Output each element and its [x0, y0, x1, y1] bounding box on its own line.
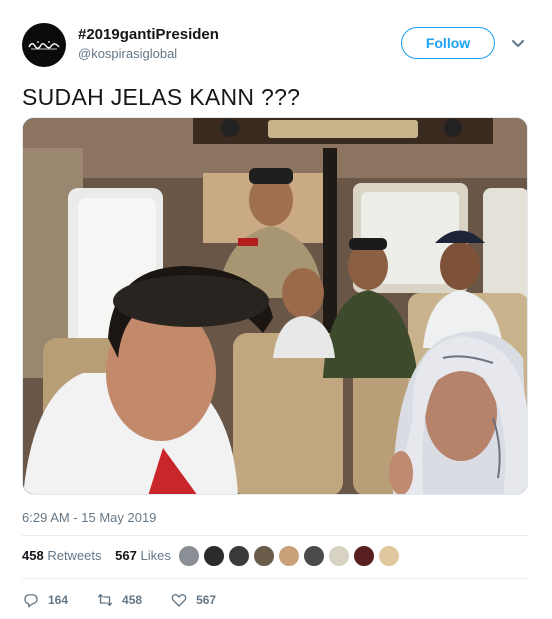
- like-count: 567: [196, 593, 217, 607]
- liker-avatar[interactable]: [203, 545, 225, 567]
- retweets-count[interactable]: 458: [22, 548, 44, 563]
- like-button[interactable]: 567: [170, 591, 216, 609]
- tweet-text: SUDAH JELAS KANN ???: [22, 84, 301, 110]
- likes-label[interactable]: Likes: [140, 548, 170, 563]
- retweet-button[interactable]: 458: [96, 591, 142, 609]
- retweets-label[interactable]: Retweets: [47, 548, 101, 563]
- chevron-down-icon[interactable]: [508, 36, 528, 52]
- engagement-stats: 458 Retweets 567 Likes: [22, 548, 171, 563]
- follow-button[interactable]: Follow: [401, 27, 495, 59]
- liker-avatar[interactable]: [228, 545, 250, 567]
- retweet-icon: [97, 593, 113, 607]
- reply-icon: [24, 594, 38, 608]
- reply-count: 164: [48, 593, 69, 607]
- reply-button[interactable]: 164: [22, 591, 68, 609]
- liker-avatars: [178, 545, 403, 569]
- liker-avatar[interactable]: [303, 545, 325, 567]
- likes-count[interactable]: 567: [115, 548, 137, 563]
- tweet-photo[interactable]: [22, 117, 528, 495]
- tweet-header: #2019gantiPresiden @kospirasiglobal Foll…: [0, 0, 552, 80]
- liker-avatar[interactable]: [353, 545, 375, 567]
- retweet-count: 458: [122, 593, 143, 607]
- liker-avatar[interactable]: [178, 545, 200, 567]
- avatar[interactable]: [22, 23, 66, 67]
- tweet-timestamp[interactable]: 6:29 AM - 15 May 2019: [22, 510, 156, 525]
- divider: [22, 578, 528, 579]
- liker-avatar[interactable]: [328, 545, 350, 567]
- tweet-actions: 164 458 567: [22, 590, 244, 610]
- liker-avatar[interactable]: [278, 545, 300, 567]
- liker-avatar[interactable]: [253, 545, 275, 567]
- heart-icon: [171, 593, 187, 607]
- photo-image: [23, 118, 527, 494]
- divider: [22, 535, 528, 536]
- logo-script-icon: [28, 41, 60, 50]
- user-handle[interactable]: @kospirasiglobal: [78, 46, 177, 61]
- display-name[interactable]: #2019gantiPresiden: [78, 26, 219, 43]
- liker-avatar[interactable]: [378, 545, 400, 567]
